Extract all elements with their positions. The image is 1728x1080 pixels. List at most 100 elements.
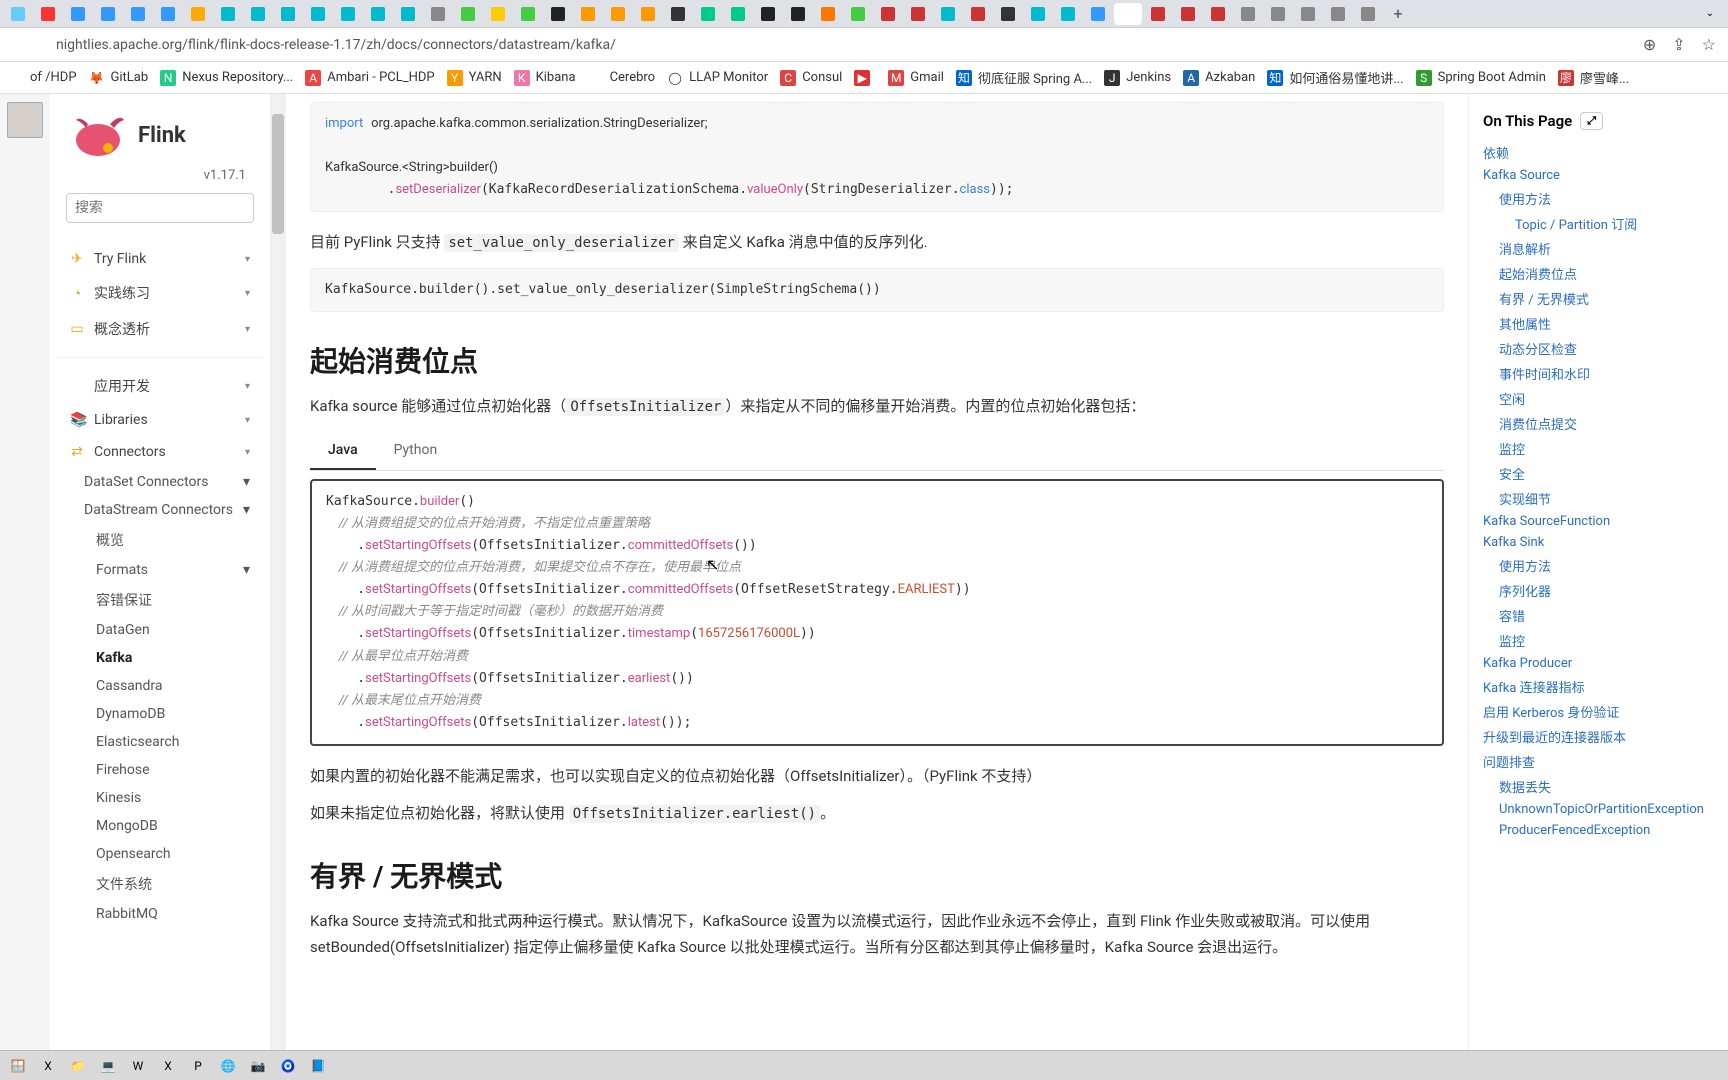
toc-link[interactable]: Kafka Sink xyxy=(1483,532,1714,553)
zoom-icon[interactable]: ⊕ xyxy=(1643,35,1656,54)
sidebar-subsubitem[interactable]: DataGen xyxy=(58,616,262,644)
browser-tab[interactable] xyxy=(1234,3,1262,25)
sidebar-subsubitem[interactable]: Cassandra xyxy=(58,672,262,700)
sidebar-subsubitem[interactable]: Kafka xyxy=(58,644,262,672)
toc-link[interactable]: Kafka Source xyxy=(1483,165,1714,186)
sidebar-item[interactable]: ✈Try Flink▾ xyxy=(58,243,262,275)
code-block-python-deser[interactable]: KafkaSource.builder().set_value_only_des… xyxy=(310,268,1444,312)
browser-tab[interactable] xyxy=(1294,3,1322,25)
browser-tab[interactable] xyxy=(844,3,872,25)
bookmark-item[interactable]: JJenkins xyxy=(1104,70,1171,86)
browser-tab[interactable] xyxy=(964,3,992,25)
browser-tab[interactable] xyxy=(514,3,542,25)
toc-link[interactable]: 序列化器 xyxy=(1483,578,1714,603)
browser-tab[interactable] xyxy=(544,3,572,25)
browser-tab[interactable] xyxy=(4,3,32,25)
bookmark-item[interactable]: ◯LLAP Monitor xyxy=(667,70,768,86)
new-tab-button[interactable]: + xyxy=(1384,3,1412,25)
toc-link[interactable]: 问题排查 xyxy=(1483,749,1714,774)
sidebar-subsubitem[interactable]: Opensearch xyxy=(58,840,262,868)
taskbar-app[interactable]: X xyxy=(156,1055,180,1077)
tab-java[interactable]: Java xyxy=(310,432,376,470)
browser-tab[interactable] xyxy=(304,3,332,25)
browser-tab[interactable] xyxy=(274,3,302,25)
toc-link[interactable]: 启用 Kerberos 身份验证 xyxy=(1483,699,1714,724)
browser-tab[interactable] xyxy=(724,3,752,25)
sidebar-item[interactable]: 应用开发▾ xyxy=(58,368,262,404)
browser-tab[interactable] xyxy=(244,3,272,25)
taskbar-app[interactable]: 🧿 xyxy=(276,1055,300,1077)
window-preview[interactable] xyxy=(7,102,43,138)
browser-tab[interactable] xyxy=(874,3,902,25)
toc-collapse-icon[interactable]: ⤢ xyxy=(1580,112,1603,130)
bookmark-item[interactable]: YYARN xyxy=(447,70,502,86)
browser-tab[interactable] xyxy=(694,3,722,25)
sidebar-subsubitem[interactable]: MongoDB xyxy=(58,812,262,840)
bookmark-item[interactable]: KKibana xyxy=(514,70,576,86)
browser-tab[interactable] xyxy=(1144,3,1172,25)
browser-tab[interactable] xyxy=(1204,3,1232,25)
bookmark-item[interactable]: ▶ xyxy=(854,70,876,86)
toc-link[interactable]: 监控 xyxy=(1483,436,1714,461)
toc-link[interactable]: Kafka Producer xyxy=(1483,653,1714,674)
browser-tab[interactable] xyxy=(1114,3,1142,25)
taskbar-app[interactable]: X xyxy=(36,1055,60,1077)
tab-dropdown-icon[interactable]: ⌄ xyxy=(1696,3,1724,25)
bookmark-item[interactable]: MGmail xyxy=(888,70,944,86)
browser-tab[interactable] xyxy=(184,3,212,25)
sidebar-item[interactable]: ⇄Connectors▾ xyxy=(58,436,262,468)
browser-tab[interactable] xyxy=(754,3,782,25)
bookmark-item[interactable]: AAzkaban xyxy=(1183,70,1255,86)
sidebar-subsubitem[interactable]: 概览 xyxy=(58,524,262,556)
toc-link[interactable]: 安全 xyxy=(1483,461,1714,486)
toc-link[interactable]: 空闲 xyxy=(1483,386,1714,411)
browser-tab[interactable] xyxy=(124,3,152,25)
browser-tab[interactable] xyxy=(394,3,422,25)
browser-tab[interactable] xyxy=(64,3,92,25)
toc-link[interactable]: ProducerFencedException xyxy=(1483,820,1714,841)
toc-link[interactable]: 有界 / 无界模式 xyxy=(1483,286,1714,311)
browser-tab[interactable] xyxy=(904,3,932,25)
sidebar-subsubitem[interactable]: Kinesis xyxy=(58,784,262,812)
bookmark-item[interactable]: 知彻底征服 Spring A... xyxy=(956,68,1092,87)
browser-tab[interactable] xyxy=(1324,3,1352,25)
browser-tab[interactable] xyxy=(814,3,842,25)
bookmark-item[interactable]: AAmbari - PCL_HDP xyxy=(305,70,434,86)
sidebar-item[interactable]: ◔实践练习▾ xyxy=(58,275,262,311)
browser-tab[interactable] xyxy=(1024,3,1052,25)
browser-tab[interactable] xyxy=(214,3,242,25)
toc-link[interactable]: 升级到最近的连接器版本 xyxy=(1483,724,1714,749)
taskbar-app[interactable]: 📷 xyxy=(246,1055,270,1077)
sidebar-subitem[interactable]: DataSet Connectors▾ xyxy=(58,468,262,496)
bookmark-item[interactable]: NNexus Repository... xyxy=(160,70,293,86)
browser-tab[interactable] xyxy=(154,3,182,25)
toc-link[interactable]: UnknownTopicOrPartitionException xyxy=(1483,799,1714,820)
toc-link[interactable]: 起始消费位点 xyxy=(1483,261,1714,286)
bookmark-item[interactable]: 廖廖雪峰... xyxy=(1558,68,1629,87)
toc-link[interactable]: Kafka SourceFunction xyxy=(1483,511,1714,532)
toc-link[interactable]: 消息解析 xyxy=(1483,236,1714,261)
toc-link[interactable]: 使用方法 xyxy=(1483,553,1714,578)
taskbar-app[interactable]: P xyxy=(186,1055,210,1077)
taskbar-app[interactable]: 🪟 xyxy=(6,1055,30,1077)
sidebar-scrollbar[interactable] xyxy=(270,94,286,1050)
toc-link[interactable]: 依赖 xyxy=(1483,140,1714,165)
bookmark-item[interactable]: CConsul xyxy=(780,70,842,86)
toc-link[interactable]: 数据丢失 xyxy=(1483,774,1714,799)
url-text[interactable]: nightlies.apache.org/flink/flink-docs-re… xyxy=(56,37,1672,53)
browser-tab[interactable] xyxy=(934,3,962,25)
sidebar-subsubitem[interactable]: 文件系统 xyxy=(58,868,262,900)
bookmark-item[interactable]: SSpring Boot Admin xyxy=(1416,70,1546,86)
scrollbar-thumb[interactable] xyxy=(272,114,284,234)
toc-link[interactable]: 监控 xyxy=(1483,628,1714,653)
toc-link[interactable]: 容错 xyxy=(1483,603,1714,628)
browser-tab[interactable] xyxy=(1174,3,1202,25)
browser-tab[interactable] xyxy=(334,3,362,25)
browser-tab[interactable] xyxy=(784,3,812,25)
browser-tab[interactable] xyxy=(634,3,662,25)
browser-tab[interactable] xyxy=(34,3,62,25)
share-icon[interactable]: ⇪ xyxy=(1672,35,1685,54)
browser-tab[interactable] xyxy=(664,3,692,25)
star-icon[interactable]: ☆ xyxy=(1702,35,1716,54)
taskbar-app[interactable]: 💻 xyxy=(96,1055,120,1077)
